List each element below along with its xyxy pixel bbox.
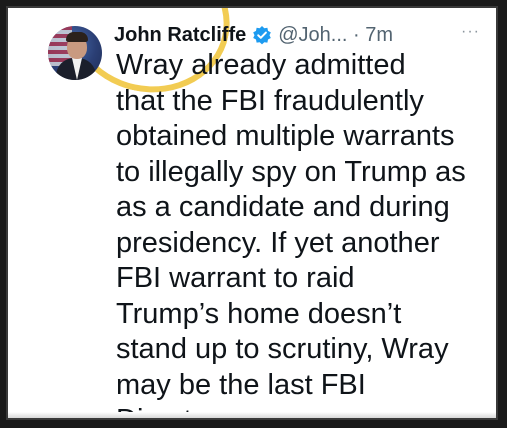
more-options-icon[interactable]: ··· — [461, 23, 480, 41]
tweet-line: may be the last FBI — [116, 368, 366, 401]
tweet-line: to illegally spy on Trump as — [116, 155, 466, 188]
verified-badge-icon — [252, 25, 272, 45]
handle-and-timestamp[interactable]: @Joh... · 7m — [278, 24, 393, 47]
tweet-line: as a candidate and during — [116, 191, 450, 223]
tweet-line: obtained multiple warrants — [116, 120, 455, 152]
avatar-hair — [66, 32, 88, 42]
tweet-header: John Ratcliffe @Joh... · 7m ··· — [114, 19, 480, 51]
tweet-line: presidency. If yet another — [116, 226, 440, 259]
avatar[interactable] — [48, 26, 102, 80]
tweet-line: that the FBI fraudulently — [116, 84, 424, 117]
bottom-edge — [8, 412, 496, 418]
tweet-line: Trump’s home doesn’t — [116, 297, 402, 330]
tweet-line: stand up to scrutiny, Wray — [116, 333, 449, 365]
tweet-screenshot-frame: John Ratcliffe @Joh... · 7m ··· Wray alr… — [6, 6, 498, 420]
tweet-line: Wray already admitted — [116, 49, 406, 81]
tweet-line: FBI warrant to raid — [116, 262, 355, 294]
tweet-text: Wray already admitted that the FBI fraud… — [116, 48, 492, 418]
author-name[interactable]: John Ratcliffe — [114, 24, 246, 47]
